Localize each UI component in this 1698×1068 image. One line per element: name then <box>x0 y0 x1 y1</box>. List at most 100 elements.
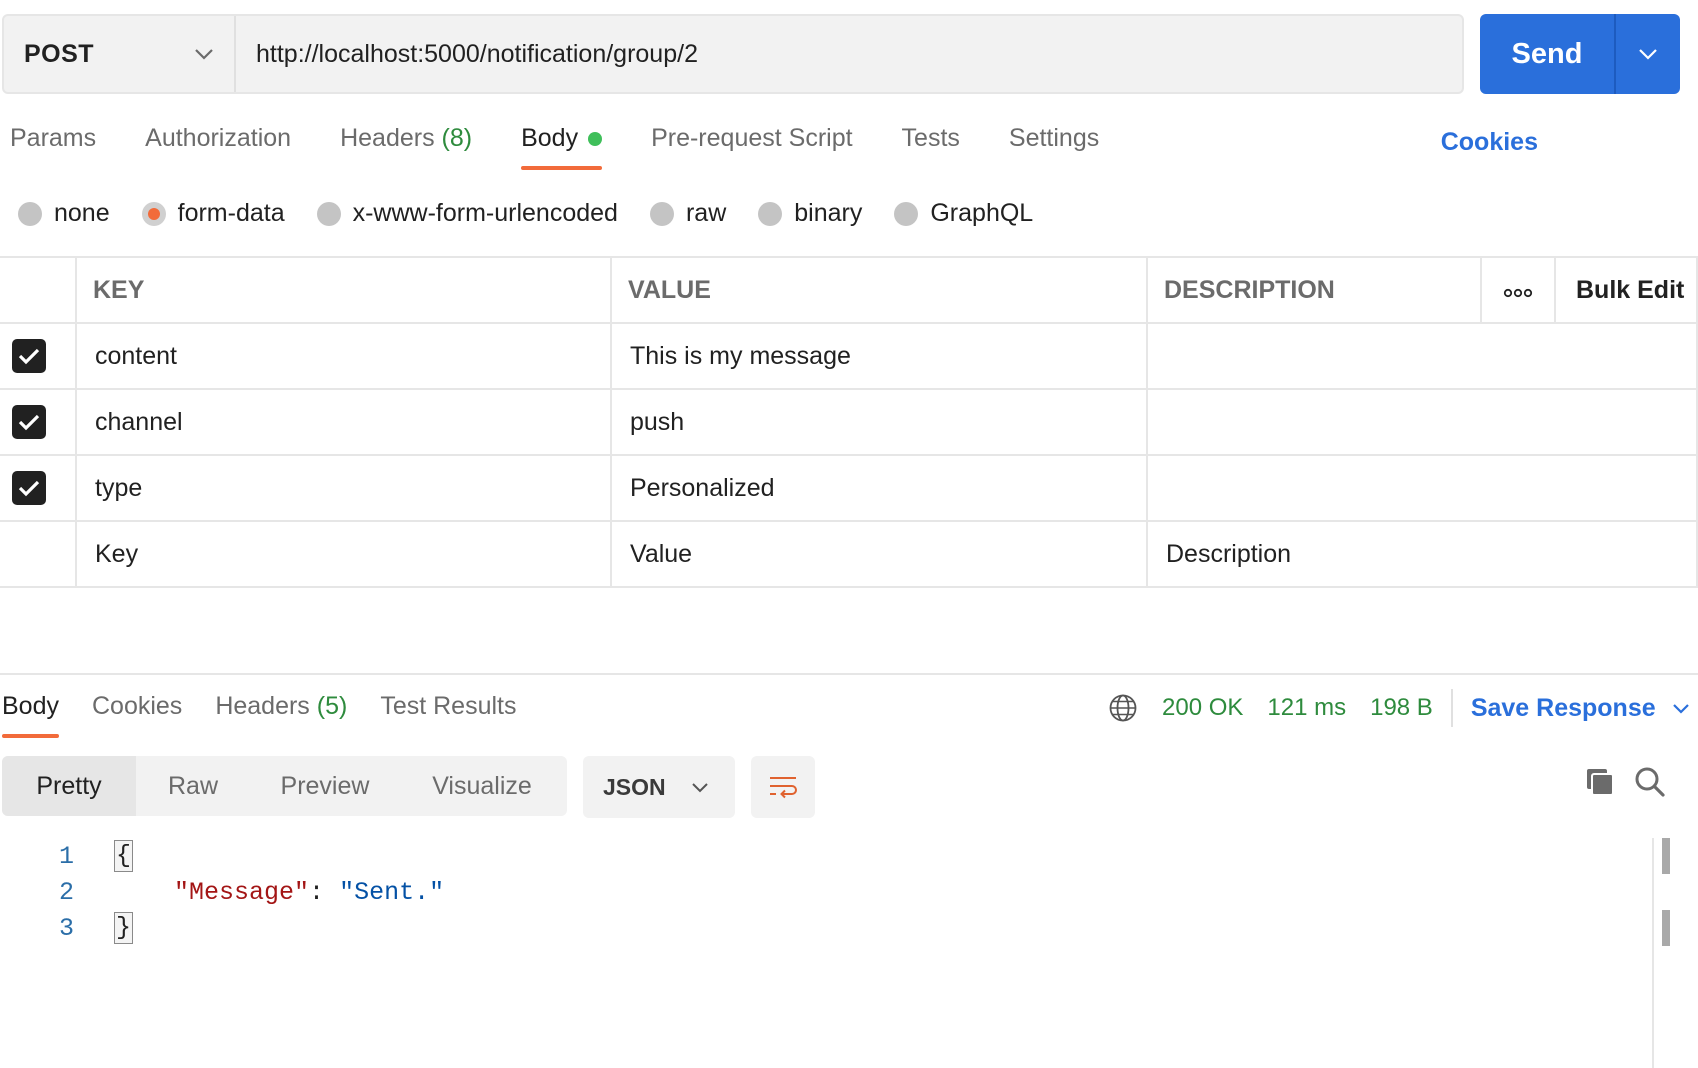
tab-label: Pre-request Script <box>651 124 853 152</box>
key-cell[interactable]: content <box>75 322 612 390</box>
tab-test-results[interactable]: Test Results <box>380 692 516 738</box>
tab-label: Test Results <box>380 692 517 720</box>
format-label: JSON <box>603 773 666 800</box>
tab-response-body[interactable]: Body <box>2 692 59 738</box>
value-cell[interactable]: push <box>610 388 1148 456</box>
cookies-link[interactable]: Cookies <box>1441 128 1538 157</box>
more-options-button[interactable] <box>1480 256 1556 324</box>
code-text: "Message": "Sent." <box>114 878 444 907</box>
tab-label: Settings <box>1008 124 1100 152</box>
body-type-options: none form-data x-www-form-urlencoded raw… <box>18 199 1065 228</box>
bulk-edit-button[interactable]: Bulk Edit <box>1554 256 1698 324</box>
value-cell[interactable]: This is my message <box>610 322 1148 390</box>
radio-label: none <box>54 199 110 227</box>
json-value: "Sent." <box>339 877 445 907</box>
checkmark-icon <box>18 414 40 431</box>
wrap-lines-icon <box>770 777 797 799</box>
table-header-row: KEY VALUE DESCRIPTION Bulk Edit <box>0 256 1698 324</box>
response-size[interactable]: 198 B <box>1370 694 1433 722</box>
line-number: 1 <box>58 841 74 871</box>
method-select[interactable]: POST <box>4 16 236 92</box>
tab-label: Authorization <box>145 124 292 152</box>
body-type-binary[interactable]: binary <box>758 199 862 228</box>
view-pretty[interactable]: Pretty <box>2 756 136 816</box>
description-cell[interactable] <box>1146 388 1698 456</box>
save-response-button[interactable]: Save Response <box>1471 694 1690 723</box>
radio-label: x-www-form-urlencoded <box>352 199 618 227</box>
globe-icon[interactable] <box>1108 693 1138 723</box>
response-divider <box>0 673 1698 675</box>
code-text: { <box>114 840 134 872</box>
body-type-raw[interactable]: raw <box>649 199 727 228</box>
row-checkbox[interactable] <box>12 405 46 439</box>
search-button[interactable] <box>1634 766 1666 803</box>
tab-authorization[interactable]: Authorization <box>145 124 291 170</box>
method-label: POST <box>24 39 95 68</box>
table-row-new: Key Value Description <box>0 520 1698 588</box>
url-input[interactable] <box>256 39 1462 69</box>
radio-button <box>649 201 674 226</box>
save-response-label: Save Response <box>1470 693 1656 722</box>
search-icon <box>1635 767 1665 797</box>
code-line: 2 "Message": "Sent." <box>0 874 444 910</box>
response-headers-count: (5) <box>316 692 348 720</box>
chevron-down-icon <box>1672 703 1689 714</box>
tab-response-headers[interactable]: Headers (5) <box>215 692 347 738</box>
scrollbar-marker[interactable] <box>1662 910 1670 946</box>
view-raw[interactable]: Raw <box>136 756 250 816</box>
header-check-cell <box>0 256 77 324</box>
key-input[interactable]: Key <box>75 520 612 588</box>
send-options-button[interactable] <box>1614 14 1680 94</box>
open-brace: { <box>114 840 134 872</box>
view-visualize[interactable]: Visualize <box>400 756 564 816</box>
row-checkbox[interactable] <box>12 471 46 505</box>
tab-label: Body <box>2 692 59 720</box>
description-cell[interactable] <box>1146 322 1698 390</box>
form-data-table: KEY VALUE DESCRIPTION Bulk Edit content … <box>0 256 1698 588</box>
value-cell[interactable]: Personalized <box>610 454 1148 522</box>
copy-button[interactable] <box>1584 766 1616 803</box>
close-brace: } <box>114 912 134 944</box>
key-cell[interactable]: channel <box>75 388 612 456</box>
tab-params[interactable]: Params <box>10 124 96 170</box>
code-line: 3 } <box>0 910 444 946</box>
tab-settings[interactable]: Settings <box>1009 124 1099 170</box>
tab-tests[interactable]: Tests <box>902 124 960 170</box>
response-time[interactable]: 121 ms <box>1267 694 1346 722</box>
key-cell[interactable]: type <box>75 454 612 522</box>
url-field[interactable] <box>236 16 1462 92</box>
scrollbar-marker[interactable] <box>1662 838 1670 874</box>
code-text: } <box>114 912 134 944</box>
meta-divider <box>1450 689 1453 727</box>
chevron-down-icon <box>195 49 213 60</box>
tab-prerequest-script[interactable]: Pre-request Script <box>651 124 852 170</box>
body-modified-dot <box>588 132 603 147</box>
table-row: content This is my message <box>0 322 1698 390</box>
body-type-urlencoded[interactable]: x-www-form-urlencoded <box>316 199 618 228</box>
tab-body[interactable]: Body <box>521 124 603 170</box>
row-checkbox[interactable] <box>12 339 46 373</box>
table-row: channel push <box>0 388 1698 456</box>
tab-response-cookies[interactable]: Cookies <box>92 692 182 738</box>
row-check-cell <box>0 520 77 588</box>
body-type-graphql[interactable]: GraphQL <box>894 199 1033 228</box>
value-input[interactable]: Value <box>610 520 1148 588</box>
tab-headers[interactable]: Headers (8) <box>340 124 472 170</box>
description-cell[interactable] <box>1146 454 1698 522</box>
body-type-none[interactable]: none <box>18 199 110 228</box>
radio-button-selected <box>141 201 166 226</box>
view-preview[interactable]: Preview <box>250 756 400 816</box>
format-select[interactable]: JSON <box>583 756 735 818</box>
json-colon: : <box>309 877 340 907</box>
response-code-editor[interactable]: 1 { 2 "Message": "Sent." 3 } <box>0 838 444 946</box>
send-button[interactable]: Send <box>1480 14 1614 94</box>
scrollbar-track[interactable] <box>1652 838 1654 1068</box>
tab-label: Headers <box>215 692 310 720</box>
status-code[interactable]: 200 OK <box>1162 694 1243 722</box>
response-view-segment: Pretty Raw Preview Visualize <box>2 756 567 816</box>
header-key: KEY <box>75 256 612 324</box>
body-type-form-data[interactable]: form-data <box>141 199 285 228</box>
wrap-lines-button[interactable] <box>751 756 815 818</box>
description-input[interactable]: Description <box>1146 520 1698 588</box>
radio-label: raw <box>685 199 727 227</box>
